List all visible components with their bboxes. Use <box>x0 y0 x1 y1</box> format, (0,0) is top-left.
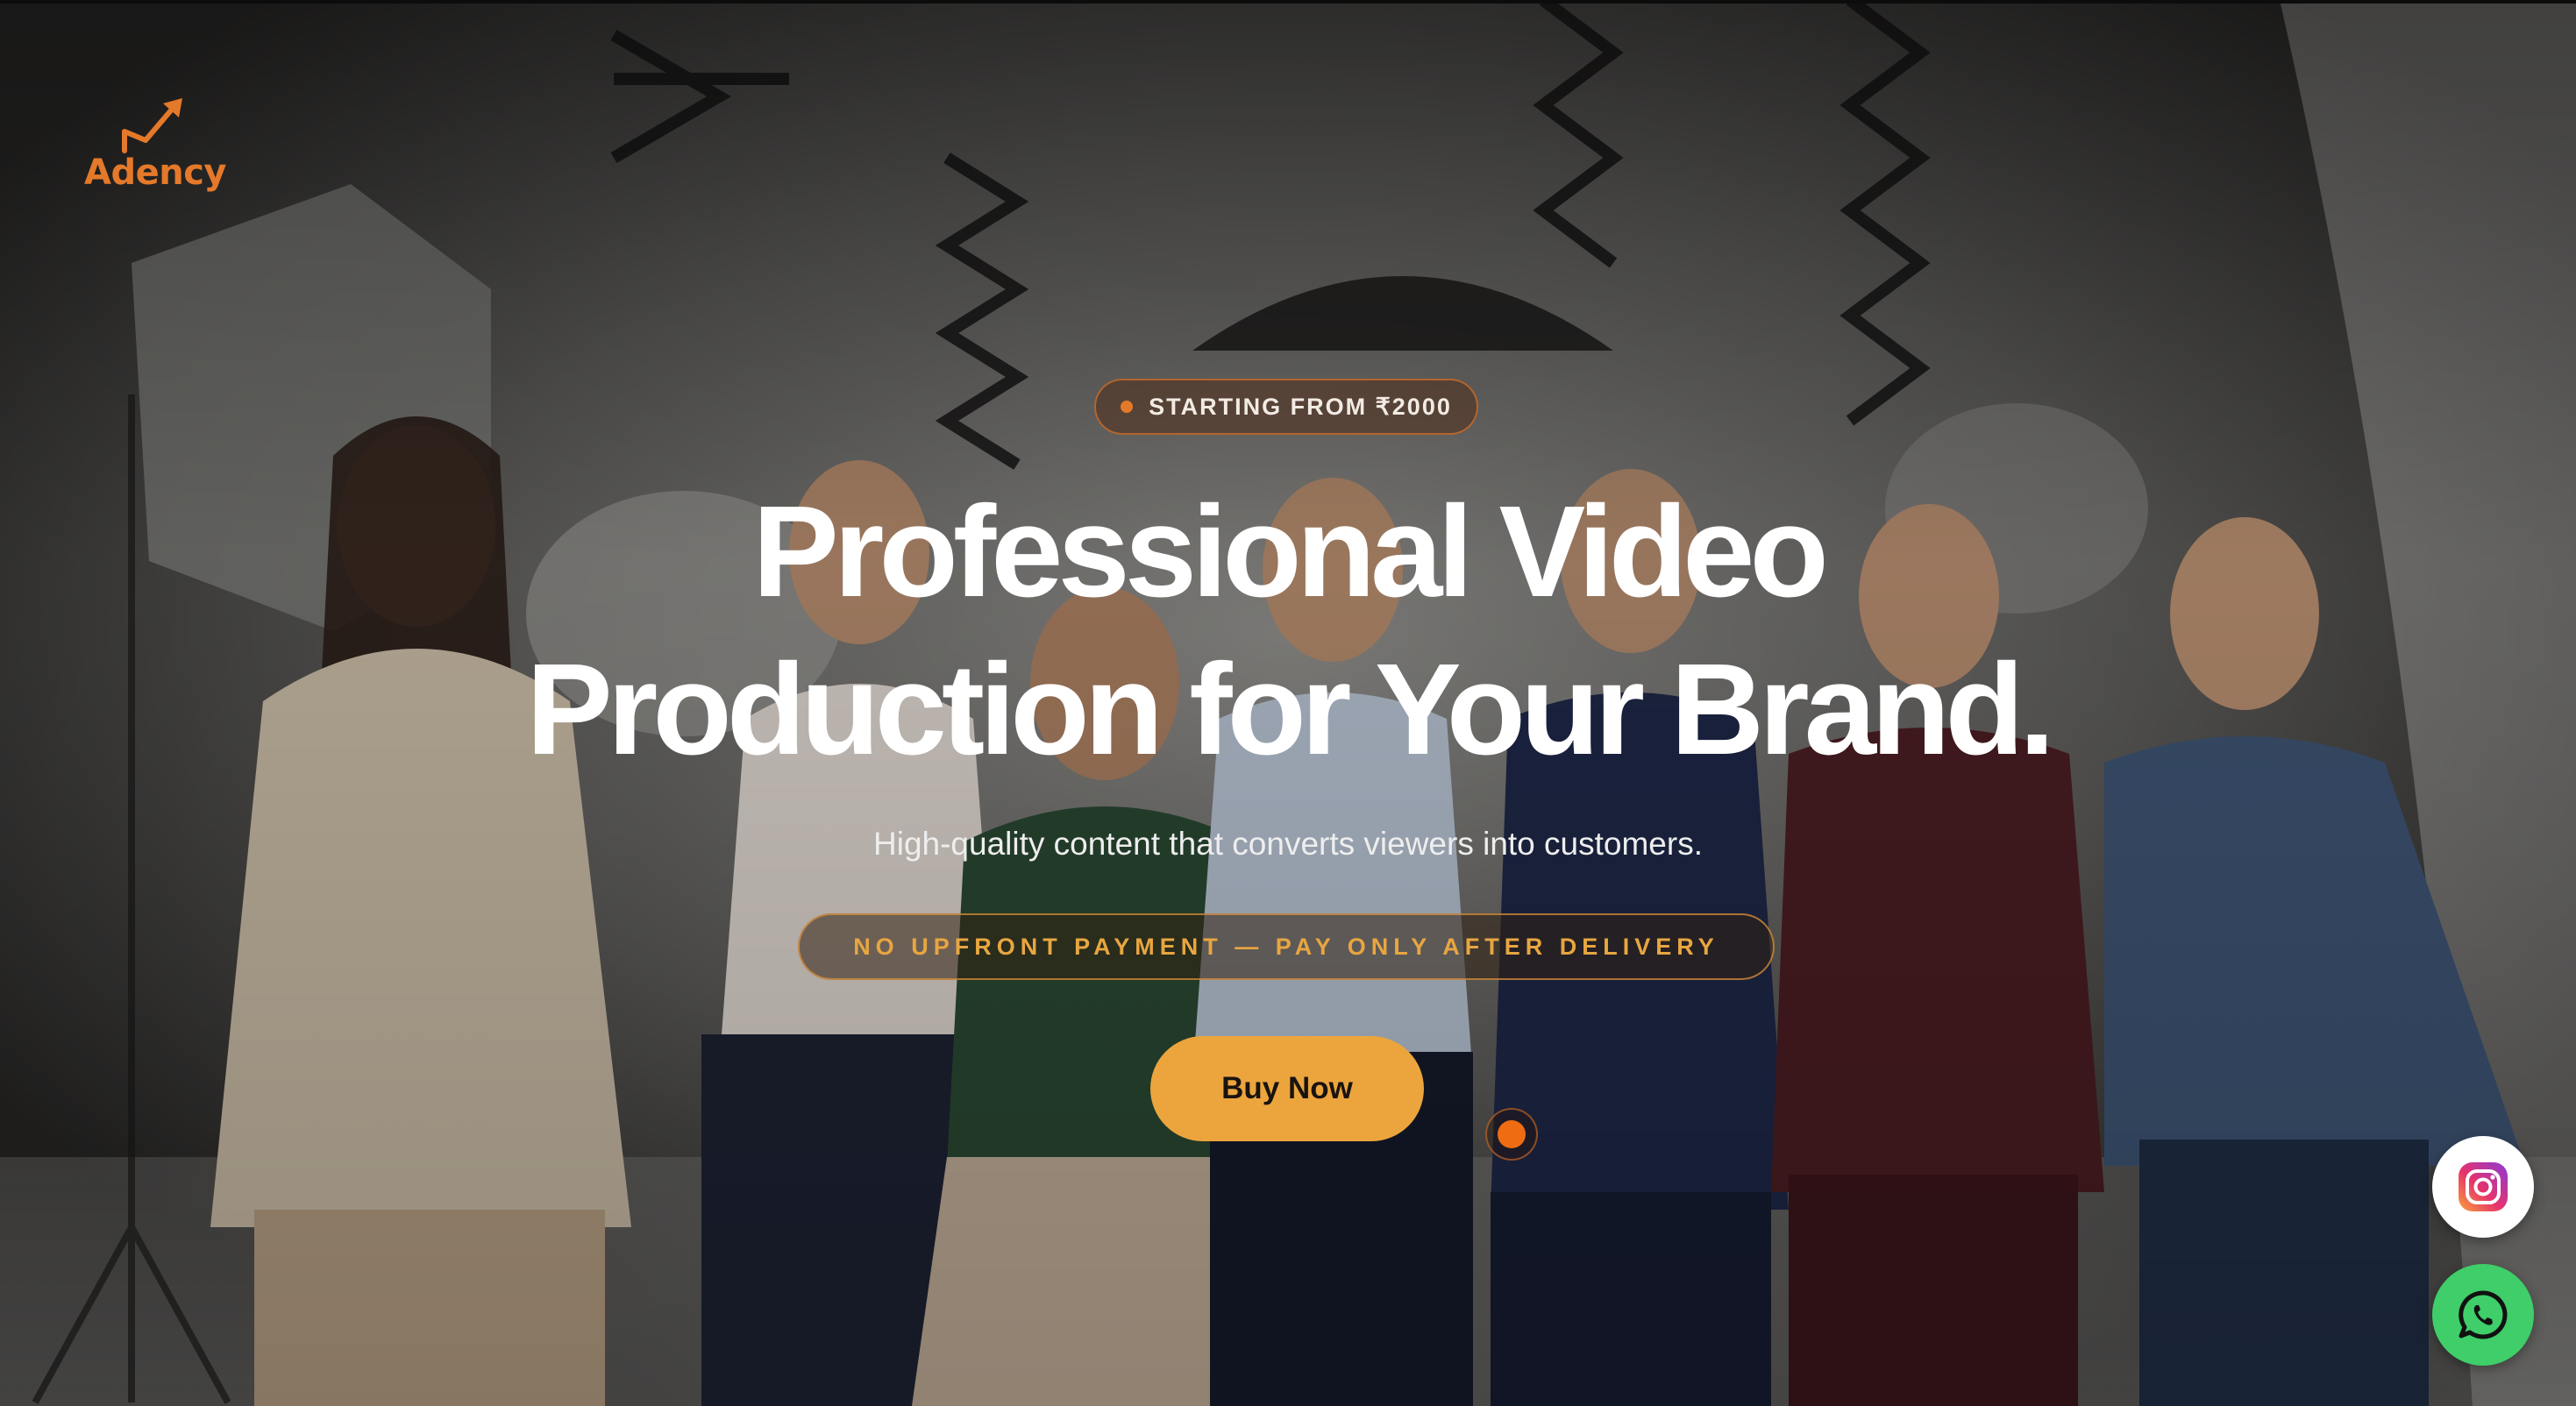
hero-section: Adency STARTING FROM ₹2000 Professional … <box>0 0 2576 1406</box>
hero-headline: Professional Video Production for Your B… <box>411 473 2165 789</box>
whatsapp-button[interactable] <box>2432 1264 2534 1366</box>
carousel-active-dot <box>1498 1120 1526 1148</box>
price-badge: STARTING FROM ₹2000 <box>1094 379 1478 435</box>
headline-line-2: Production for Your Brand. <box>526 637 2055 782</box>
hero-subheadline: High-quality content that converts viewe… <box>873 826 1703 862</box>
price-badge-label: STARTING FROM ₹2000 <box>1149 393 1452 420</box>
instagram-icon <box>2459 1162 2508 1211</box>
whatsapp-icon <box>2459 1290 2508 1339</box>
buy-now-button[interactable]: Buy Now <box>1150 1036 1424 1141</box>
instagram-button[interactable] <box>2432 1136 2534 1238</box>
payment-guarantee-banner: NO UPFRONT PAYMENT — PAY ONLY AFTER DELI… <box>798 913 1775 980</box>
hero-content: STARTING FROM ₹2000 Professional Video P… <box>0 0 2576 1406</box>
payment-guarantee-label: NO UPFRONT PAYMENT — PAY ONLY AFTER DELI… <box>853 933 1719 960</box>
carousel-indicator[interactable] <box>1485 1108 1538 1161</box>
headline-line-1: Professional Video <box>752 479 1829 624</box>
badge-dot-icon <box>1121 401 1134 413</box>
